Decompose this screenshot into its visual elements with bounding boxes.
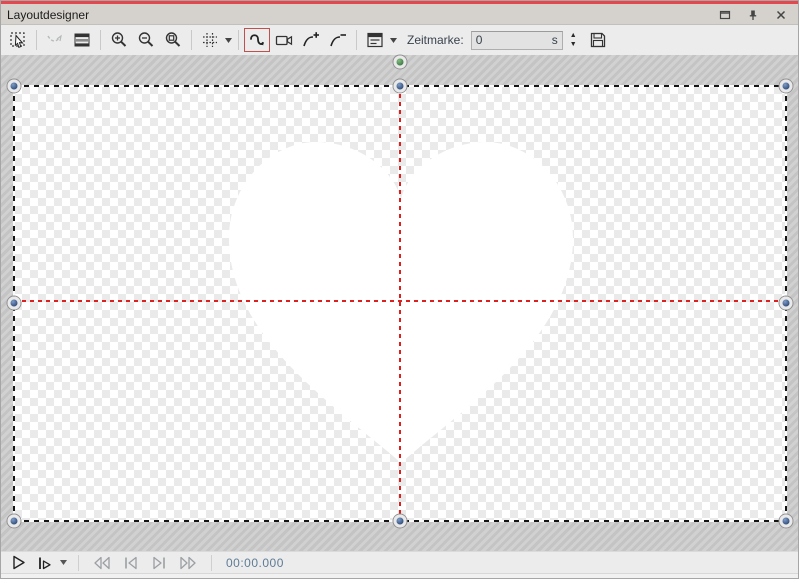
handle-top-center[interactable] — [394, 80, 407, 93]
close-icon[interactable] — [774, 8, 788, 22]
handle-bottom-center[interactable] — [394, 515, 407, 528]
play-from-button[interactable] — [34, 553, 55, 573]
layers-button[interactable] — [69, 28, 95, 52]
zeitmarke-unit: s — [552, 33, 558, 47]
grid-button[interactable] — [197, 28, 223, 52]
next-frame-button[interactable] — [147, 553, 171, 573]
main-toolbar: Zeitmarke: s ▲ ▼ — [1, 25, 798, 55]
spinner-up-icon[interactable]: ▲ — [567, 31, 580, 40]
vertical-center-guide — [399, 86, 401, 521]
bottom-strip — [1, 573, 798, 579]
grid-dropdown-caret[interactable] — [224, 28, 233, 52]
zeitmarke-label: Zeitmarke: — [407, 33, 464, 47]
text-tracks-dropdown-caret[interactable] — [389, 28, 398, 52]
save-button[interactable] — [585, 28, 611, 52]
toolbar-separator — [36, 30, 37, 50]
handle-middle-right[interactable] — [780, 297, 793, 310]
rotation-handle[interactable] — [394, 56, 407, 69]
toolbar-separator — [191, 30, 192, 50]
timecode-display: 00:00.000 — [226, 556, 284, 570]
layout-workspace — [1, 55, 798, 551]
transport-separator — [78, 555, 79, 571]
add-keyframe-button[interactable] — [298, 28, 324, 52]
transport-separator — [211, 555, 212, 571]
handle-middle-left[interactable] — [8, 297, 21, 310]
layoutdesigner-window: Layoutdesigner — [0, 0, 799, 579]
title-bar[interactable]: Layoutdesigner — [1, 1, 798, 25]
zeitmarke-field[interactable]: s — [471, 31, 563, 50]
maximize-button[interactable] — [718, 8, 732, 22]
curve-select-button[interactable] — [42, 28, 68, 52]
text-tracks-button[interactable] — [362, 28, 388, 52]
window-title: Layoutdesigner — [7, 8, 89, 22]
select-tool-button[interactable] — [5, 28, 31, 52]
previous-frame-button[interactable] — [119, 553, 143, 573]
play-from-dropdown-caret[interactable] — [59, 551, 68, 575]
curve-tool-button[interactable] — [244, 28, 270, 52]
transport-bar: 00:00.000 — [1, 551, 798, 573]
handle-top-right[interactable] — [780, 80, 793, 93]
zeitmarke-spinner[interactable]: ▲ ▼ — [567, 31, 580, 50]
layout-canvas[interactable] — [14, 86, 786, 521]
zoom-in-button[interactable] — [106, 28, 132, 52]
play-button[interactable] — [7, 553, 30, 573]
remove-keyframe-button[interactable] — [325, 28, 351, 52]
toolbar-separator — [356, 30, 357, 50]
skip-forward-button[interactable] — [175, 553, 201, 573]
zoom-out-button[interactable] — [133, 28, 159, 52]
handle-bottom-right[interactable] — [780, 515, 793, 528]
handle-bottom-left[interactable] — [8, 515, 21, 528]
toolbar-separator — [238, 30, 239, 50]
skip-back-button[interactable] — [89, 553, 115, 573]
toolbar-separator — [100, 30, 101, 50]
zeitmarke-input[interactable] — [476, 33, 550, 47]
spinner-down-icon[interactable]: ▼ — [567, 40, 580, 49]
pin-button[interactable] — [746, 8, 760, 22]
camera-button[interactable] — [271, 28, 297, 52]
handle-top-left[interactable] — [8, 80, 21, 93]
zoom-fit-button[interactable] — [160, 28, 186, 52]
